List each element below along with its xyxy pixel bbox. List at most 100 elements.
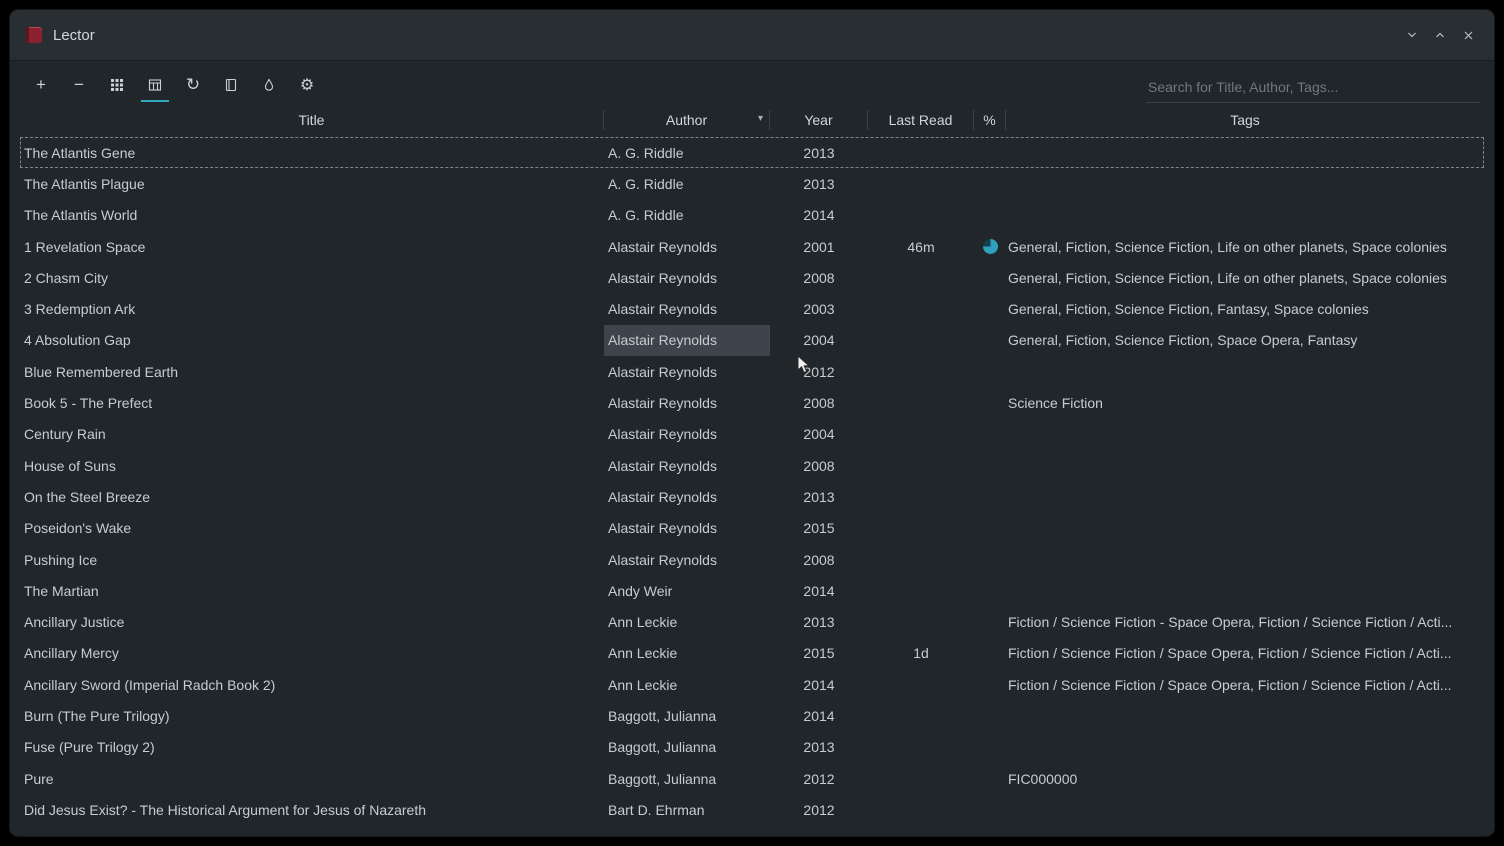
- cell-tags[interactable]: [1006, 168, 1484, 199]
- search-input[interactable]: [1146, 72, 1480, 103]
- cover-view-button[interactable]: [100, 67, 134, 103]
- cell-last-read[interactable]: [868, 575, 974, 606]
- cell-progress[interactable]: [974, 544, 1006, 575]
- cell-author[interactable]: Alastair Reynolds: [604, 513, 770, 544]
- cell-title[interactable]: 2 Chasm City: [20, 262, 604, 293]
- cell-year[interactable]: 2012: [770, 763, 868, 794]
- cell-author[interactable]: Baggott, Julianna: [604, 732, 770, 763]
- cell-tags[interactable]: [1006, 200, 1484, 231]
- table-row[interactable]: PureBaggott, Julianna2012FIC000000: [20, 763, 1484, 794]
- cell-year[interactable]: 2013: [770, 606, 868, 637]
- cell-year[interactable]: 2004: [770, 419, 868, 450]
- cell-year[interactable]: 2013: [770, 732, 868, 763]
- cell-tags[interactable]: [1006, 544, 1484, 575]
- library-button[interactable]: [214, 67, 248, 103]
- table-view-button[interactable]: [138, 67, 172, 103]
- table-row[interactable]: The Atlantis WorldA. G. Riddle2014: [20, 200, 1484, 231]
- cell-title[interactable]: Century Rain: [20, 419, 604, 450]
- cell-last-read[interactable]: [868, 732, 974, 763]
- cell-author[interactable]: Alastair Reynolds: [604, 419, 770, 450]
- cell-title[interactable]: 3 Redemption Ark: [20, 293, 604, 324]
- window-close-button[interactable]: [1458, 25, 1478, 45]
- cell-tags[interactable]: General, Fiction, Science Fiction, Fanta…: [1006, 293, 1484, 324]
- add-book-button[interactable]: +: [24, 67, 58, 103]
- cell-title[interactable]: The Atlantis Gene: [20, 137, 604, 168]
- cell-tags[interactable]: General, Fiction, Science Fiction, Space…: [1006, 325, 1484, 356]
- cell-year[interactable]: 2012: [770, 794, 868, 825]
- cell-author[interactable]: Alastair Reynolds: [604, 544, 770, 575]
- window-maximize-button[interactable]: [1430, 25, 1450, 45]
- table-row[interactable]: 3 Redemption ArkAlastair Reynolds2003Gen…: [20, 293, 1484, 324]
- cell-progress[interactable]: [974, 513, 1006, 544]
- cell-tags[interactable]: General, Fiction, Science Fiction, Life …: [1006, 231, 1484, 262]
- table-row[interactable]: Did Jesus Exist? - The Historical Argume…: [20, 794, 1484, 825]
- cell-progress[interactable]: [974, 200, 1006, 231]
- cell-tags[interactable]: [1006, 356, 1484, 387]
- cell-tags[interactable]: [1006, 732, 1484, 763]
- cell-tags[interactable]: [1006, 575, 1484, 606]
- cell-tags[interactable]: [1006, 419, 1484, 450]
- cell-progress[interactable]: [974, 450, 1006, 481]
- remove-book-button[interactable]: −: [62, 67, 96, 103]
- cell-year[interactable]: 2014: [770, 575, 868, 606]
- cell-year[interactable]: 2008: [770, 544, 868, 575]
- cell-last-read[interactable]: 46m: [868, 231, 974, 262]
- cell-author[interactable]: A. G. Riddle: [604, 168, 770, 199]
- cell-progress[interactable]: [974, 606, 1006, 637]
- cell-progress[interactable]: [974, 168, 1006, 199]
- cell-last-read[interactable]: [868, 481, 974, 512]
- cell-year[interactable]: 2013: [770, 137, 868, 168]
- cell-tags[interactable]: Fiction / Science Fiction - Space Opera,…: [1006, 606, 1484, 637]
- cell-progress[interactable]: [974, 387, 1006, 418]
- cell-last-read[interactable]: [868, 168, 974, 199]
- cell-year[interactable]: 2008: [770, 450, 868, 481]
- table-row[interactable]: Blue Remembered EarthAlastair Reynolds20…: [20, 356, 1484, 387]
- table-row[interactable]: Fuse (Pure Trilogy 2)Baggott, Julianna20…: [20, 732, 1484, 763]
- cell-progress[interactable]: [974, 325, 1006, 356]
- cell-title[interactable]: Pure: [20, 763, 604, 794]
- cell-progress[interactable]: [974, 575, 1006, 606]
- cell-tags[interactable]: [1006, 137, 1484, 168]
- table-row[interactable]: Burn (The Pure Trilogy)Baggott, Julianna…: [20, 700, 1484, 731]
- cell-year[interactable]: 2014: [770, 200, 868, 231]
- cell-tags[interactable]: [1006, 700, 1484, 731]
- cell-year[interactable]: 2015: [770, 513, 868, 544]
- cell-last-read[interactable]: [868, 544, 974, 575]
- cell-tags[interactable]: [1006, 450, 1484, 481]
- table-row[interactable]: Book 5 - The PrefectAlastair Reynolds200…: [20, 387, 1484, 418]
- cell-last-read[interactable]: [868, 794, 974, 825]
- cell-tags[interactable]: [1006, 513, 1484, 544]
- column-header-last-read[interactable]: Last Read: [868, 110, 974, 130]
- cell-last-read[interactable]: [868, 450, 974, 481]
- cell-author[interactable]: Bart D. Ehrman: [604, 794, 770, 825]
- cell-tags[interactable]: Fiction / Science Fiction / Space Opera,…: [1006, 669, 1484, 700]
- cell-tags[interactable]: Science Fiction: [1006, 387, 1484, 418]
- cell-title[interactable]: House of Suns: [20, 450, 604, 481]
- cell-progress[interactable]: [974, 481, 1006, 512]
- cell-last-read[interactable]: [868, 669, 974, 700]
- cell-last-read[interactable]: [868, 700, 974, 731]
- cell-author[interactable]: Alastair Reynolds: [604, 387, 770, 418]
- cell-year[interactable]: 2008: [770, 387, 868, 418]
- table-row[interactable]: The Atlantis PlagueA. G. Riddle2013: [20, 168, 1484, 199]
- cell-last-read[interactable]: [868, 356, 974, 387]
- cell-progress[interactable]: [974, 262, 1006, 293]
- cell-last-read[interactable]: [868, 262, 974, 293]
- cell-last-read[interactable]: [868, 325, 974, 356]
- cell-title[interactable]: Ancillary Mercy: [20, 638, 604, 669]
- cell-last-read[interactable]: [868, 200, 974, 231]
- cell-tags[interactable]: General, Fiction, Science Fiction, Life …: [1006, 262, 1484, 293]
- table-row[interactable]: Pushing IceAlastair Reynolds2008: [20, 544, 1484, 575]
- cell-last-read[interactable]: [868, 293, 974, 324]
- table-row[interactable]: 2 Chasm CityAlastair Reynolds2008General…: [20, 262, 1484, 293]
- cell-progress[interactable]: [974, 794, 1006, 825]
- cell-title[interactable]: 4 Absolution Gap: [20, 325, 604, 356]
- cell-year[interactable]: 2003: [770, 293, 868, 324]
- cell-progress[interactable]: [974, 669, 1006, 700]
- cell-title[interactable]: 1 Revelation Space: [20, 231, 604, 262]
- cell-title[interactable]: Blue Remembered Earth: [20, 356, 604, 387]
- cell-last-read[interactable]: [868, 763, 974, 794]
- cell-progress[interactable]: [974, 137, 1006, 168]
- cell-year[interactable]: 2015: [770, 638, 868, 669]
- cell-year[interactable]: 2001: [770, 231, 868, 262]
